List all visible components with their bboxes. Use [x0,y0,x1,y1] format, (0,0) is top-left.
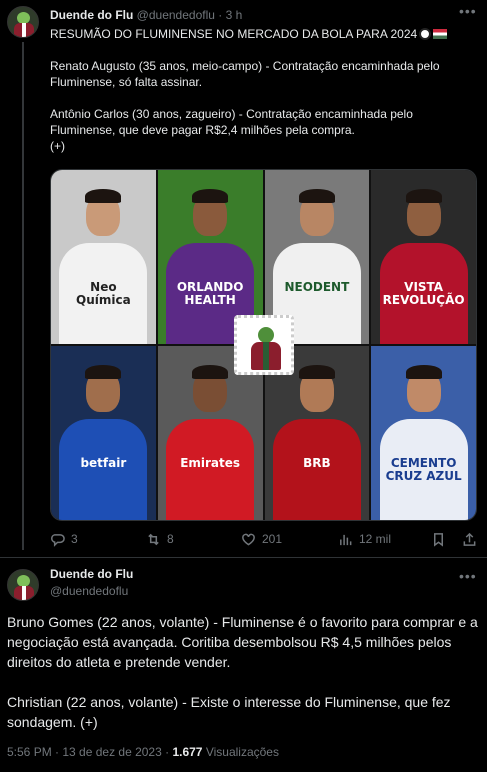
player-hair [85,365,122,380]
tweet-timestamp[interactable]: 5:56 PM · 13 de dez de 2023 · [7,745,172,759]
player-photo: CEMENTO CRUZ AZUL [371,346,476,520]
player-photo: betfair [51,346,156,520]
shirt-sponsor-text: CEMENTO CRUZ AZUL [385,456,462,484]
watermark-figure-head [257,327,274,343]
tweet-meta: 5:56 PM · 13 de dez de 2023 · 1.677 Visu… [7,744,279,760]
header-separator: · [218,8,223,22]
player-photo: VISTA REVOLUÇÃO [371,170,476,344]
reply-button[interactable]: 3 [50,528,78,550]
player-hair [192,365,229,380]
bookmark-button[interactable] [431,528,446,550]
tweet-first[interactable]: Duende do Flu @duendedoflu · 3 h ••• RES… [0,0,487,557]
views-label: Visualizações [202,745,279,759]
share-button[interactable] [462,528,477,550]
author-handle[interactable]: @duendedoflu [137,8,215,22]
shirt-sponsor-text: VISTA REVOLUÇÃO [382,280,465,308]
avatar-figure-stripe [22,23,26,37]
speech-bubble-icon [51,533,65,547]
player-hair [192,189,229,204]
shirt-sponsor-text: ORLANDO HEALTH [176,280,244,308]
player-hair [405,365,442,380]
watermark-logo [233,315,294,375]
avatar[interactable] [7,569,39,601]
views-count: 12 mil [359,532,392,546]
tweet-paragraph: (+) [50,139,65,153]
tweet-paragraph: Christian (22 anos, volante) - Existe o … [7,694,451,730]
watermark-figure-stripe [262,342,269,370]
action-bar: 3 8 201 12 mil [50,528,477,550]
thread-connector-line [22,42,24,550]
tweet-headline: RESUMÃO DO FLUMINENSE NO MERCADO DA BOLA… [50,27,418,41]
retweet-count: 8 [167,532,174,546]
heart-icon [242,533,255,546]
tweet-divider [0,557,487,558]
player-hair [405,189,442,204]
tweet-headline-line: RESUMÃO DO FLUMINENSE NO MERCADO DA BOLA… [50,26,475,42]
more-dots-icon[interactable]: ••• [459,568,477,584]
tweet-paragraph: Bruno Gomes (22 anos, volante) - Flumine… [7,614,478,670]
flag-icon [433,29,448,39]
author-handle[interactable]: @duendedoflu [50,584,128,598]
views-button[interactable]: 12 mil [338,528,391,550]
soccer-ball-icon [419,28,432,40]
tweet-body: Bruno Gomes (22 anos, volante) - Flumine… [7,612,482,732]
reply-count: 3 [71,532,78,546]
player-hair [85,189,122,204]
tweet-paragraph: Antônio Carlos (30 anos, zagueiro) - Con… [50,107,413,137]
tweet-body: RESUMÃO DO FLUMINENSE NO MERCADO DA BOLA… [50,26,475,154]
avatar[interactable] [7,6,39,38]
more-dots-icon[interactable]: ••• [459,3,477,19]
shirt-sponsor-text: betfair [80,456,127,471]
player-photo: Neo Química [51,170,156,344]
views-number: 1.677 [172,745,203,759]
like-button[interactable]: 201 [241,528,282,550]
author-name[interactable]: Duende do Flu [50,8,133,22]
author-name[interactable]: Duende do Flu [50,567,133,581]
shirt-sponsor-text: Neo Química [76,280,131,308]
player-hair [298,365,335,380]
share-icon [463,532,476,546]
avatar-figure-stripe [22,586,26,600]
tweet-paragraph: Renato Augusto (35 anos, meio-campo) - C… [50,59,440,89]
shirt-sponsor-text: Emirates [180,456,241,471]
tweet-header: Duende do Flu @duendedoflu · 3 h [50,8,242,22]
shirt-sponsor-text: BRB [303,456,331,471]
shirt-sponsor-text: NEODENT [284,280,350,295]
bookmark-icon [434,532,443,547]
like-count: 201 [262,532,283,546]
bar-chart-icon [340,534,352,545]
tweet-media-image[interactable]: CEMENTO CRUZ AZUL BRB Emirates betfair VISTA… [50,169,477,521]
tweet-time[interactable]: 3 h [226,8,243,22]
retweet-button[interactable]: 8 [146,528,174,550]
retweet-icon [148,533,159,545]
player-hair [298,189,335,204]
